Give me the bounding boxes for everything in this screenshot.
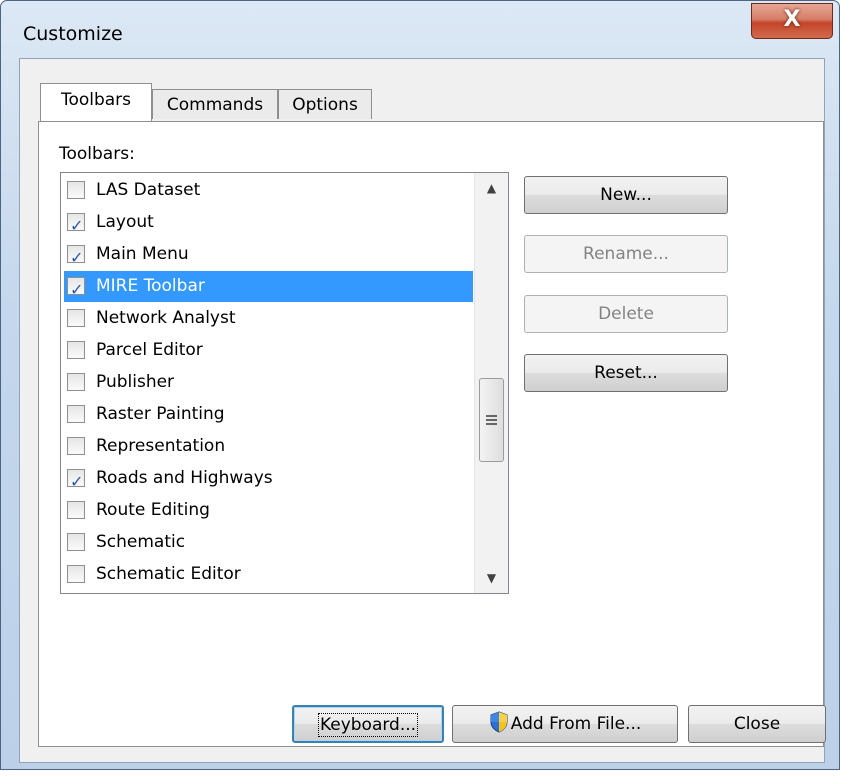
toolbar-list-item[interactable]: Schematic Editor (64, 559, 473, 590)
toolbar-list-item[interactable]: ✓ MIRE Toolbar (64, 271, 473, 302)
add-from-file-button[interactable]: Add From File... (452, 705, 678, 743)
scroll-up-arrow-icon[interactable]: ▲ (475, 181, 508, 195)
toolbar-list-item[interactable]: ✓ Roads and Highways (64, 463, 473, 494)
toolbar-list-item[interactable]: Network Analyst (64, 303, 473, 334)
toolbar-list-item[interactable]: Publisher (64, 367, 473, 398)
toolbar-list-item[interactable]: ✓ Main Menu (64, 239, 473, 270)
uac-shield-icon (490, 711, 508, 733)
scrollbar-thumb[interactable] (479, 378, 504, 462)
checkmark-icon: ✓ (70, 248, 84, 267)
toolbar-list-item-label: Raster Painting (96, 404, 225, 424)
close-icon: X (783, 7, 801, 32)
checkmark-icon: ✓ (70, 280, 84, 299)
toolbar-checkbox[interactable]: ✓ (67, 213, 85, 235)
toolbar-list-item-label: Parcel Editor (96, 340, 203, 360)
toolbars-list-label: Toolbars: (59, 144, 135, 164)
toolbar-list-item[interactable]: Raster Painting (64, 399, 473, 430)
delete-toolbar-button[interactable]: Delete (524, 295, 728, 333)
window-close-button[interactable]: X (751, 3, 833, 39)
close-button[interactable]: Close (688, 705, 826, 743)
toolbars-listbox[interactable]: LAS Dataset ✓ Layout ✓ Main Menu ✓ MIRE Toolba… (60, 172, 509, 594)
checkmark-icon: ✓ (70, 472, 84, 491)
toolbar-list-item-label: MIRE Toolbar (96, 276, 205, 296)
new-toolbar-button[interactable]: New... (524, 176, 728, 214)
toolbar-list-item[interactable]: Parcel Editor (64, 335, 473, 366)
toolbar-checkbox[interactable] (67, 341, 85, 359)
keyboard-button[interactable]: Keyboard... (292, 705, 444, 743)
dialog-client-area: Toolbars Commands Options Toolbars: LAS … (19, 58, 826, 763)
toolbar-list-item-label: Schematic Editor (96, 564, 241, 584)
toolbar-checkbox[interactable] (67, 309, 85, 327)
tab-toolbars[interactable]: Toolbars (40, 83, 152, 121)
toolbar-checkbox[interactable]: ✓ (67, 469, 85, 491)
grip-icon (486, 415, 497, 417)
toolbar-list-item-label: Publisher (96, 372, 175, 392)
toolbar-list-item-label: LAS Dataset (96, 180, 201, 200)
reset-toolbar-button[interactable]: Reset... (524, 354, 728, 392)
toolbar-list-item[interactable]: Route Editing (64, 495, 473, 526)
toolbar-list-item-label: Schematic (96, 532, 186, 552)
toolbar-list-item-label: Main Menu (96, 244, 189, 264)
vertical-scrollbar[interactable]: ▲ ▼ (474, 173, 508, 593)
toolbar-list-item[interactable]: Representation (64, 431, 473, 462)
toolbar-list-item-label: Layout (96, 212, 154, 232)
scroll-down-arrow-icon[interactable]: ▼ (475, 571, 508, 585)
toolbar-checkbox[interactable] (67, 437, 85, 455)
checkmark-icon: ✓ (70, 216, 84, 235)
toolbar-checkbox[interactable] (67, 373, 85, 391)
tab-commands[interactable]: Commands (152, 89, 278, 119)
toolbar-list-item[interactable]: Schematic (64, 527, 473, 558)
rename-toolbar-button[interactable]: Rename... (524, 235, 728, 273)
toolbar-checkbox[interactable]: ✓ (67, 245, 85, 267)
customize-dialog: Customize X Toolbars Commands Options To… (0, 0, 840, 770)
toolbar-list-item-label: Network Analyst (96, 308, 236, 328)
toolbar-checkbox[interactable] (67, 405, 85, 423)
toolbars-tab-panel: Toolbars: LAS Dataset ✓ Layout ✓ Main Menu ✓ M… (38, 121, 824, 747)
tab-options[interactable]: Options (278, 89, 372, 119)
window-title: Customize (23, 23, 123, 45)
toolbar-checkbox[interactable] (67, 533, 85, 551)
toolbar-checkbox[interactable]: ✓ (67, 277, 85, 299)
toolbar-list-item-label: Roads and Highways (96, 468, 273, 488)
toolbar-checkbox[interactable] (67, 181, 85, 199)
toolbar-list-item[interactable]: ✓ Layout (64, 207, 473, 238)
toolbar-list-item-label: Route Editing (96, 500, 210, 520)
toolbar-checkbox[interactable] (67, 501, 85, 519)
toolbar-list-item-label: Representation (96, 436, 226, 456)
toolbar-list-item[interactable]: LAS Dataset (64, 175, 473, 206)
toolbar-checkbox[interactable] (67, 565, 85, 583)
